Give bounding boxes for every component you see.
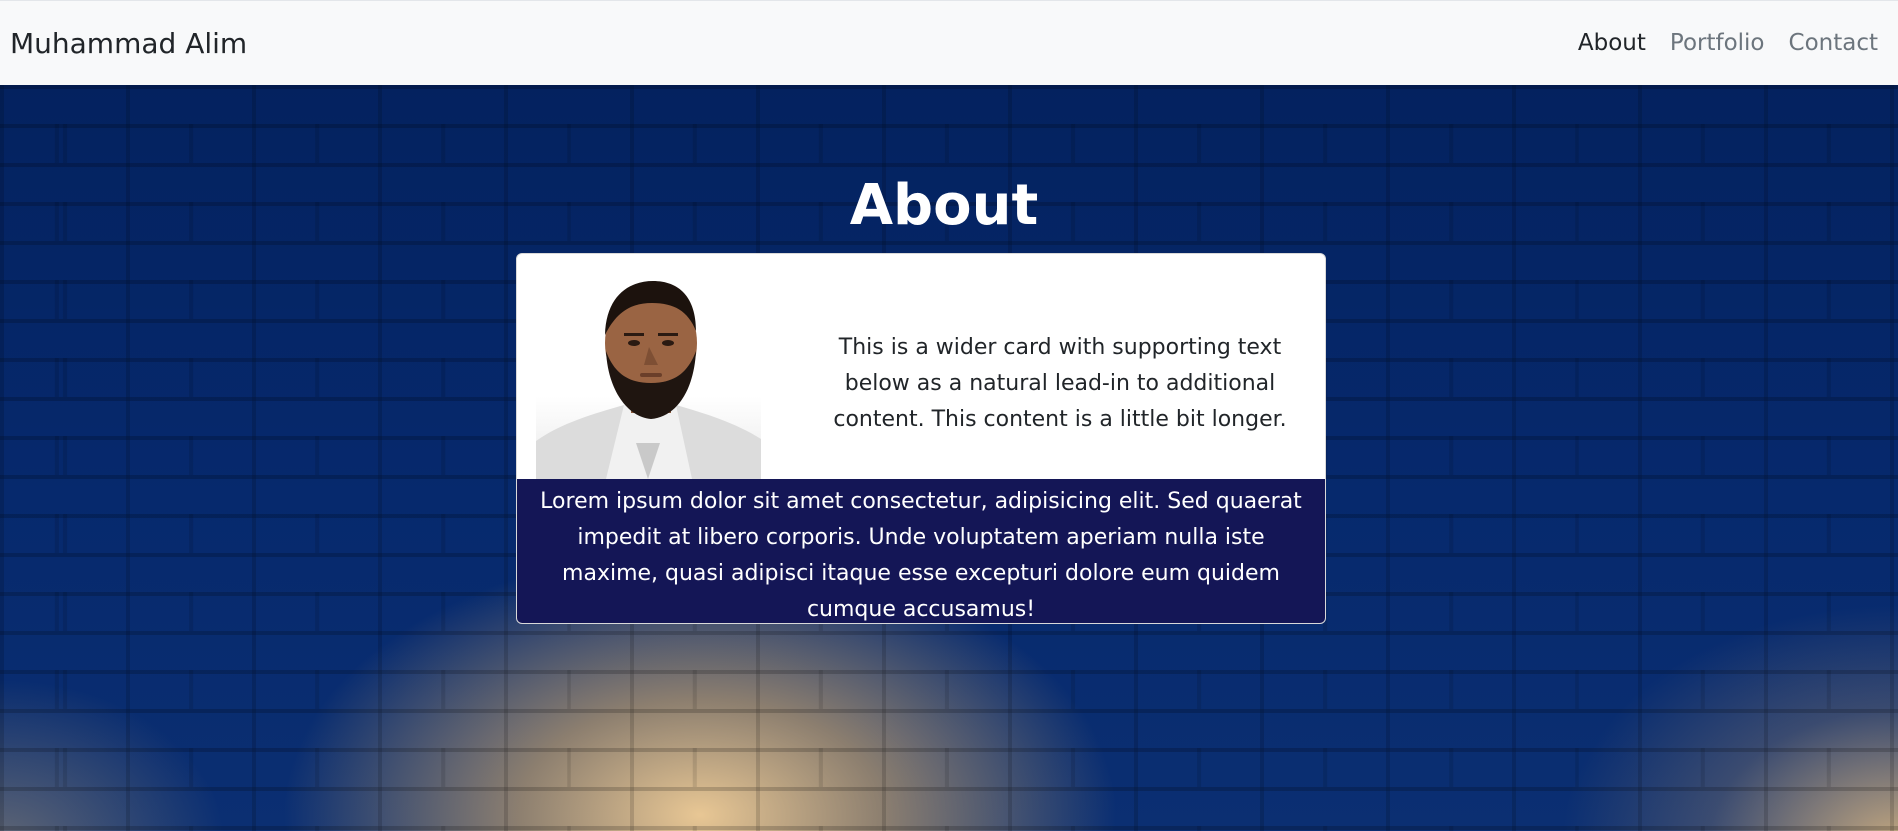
profile-photo <box>536 273 761 479</box>
card-text: This is a wider card with supporting tex… <box>833 335 1287 432</box>
nav-link-about[interactable]: About <box>1566 30 1658 56</box>
about-card: This is a wider card with supporting tex… <box>516 253 1326 624</box>
nav-link-portfolio[interactable]: Portfolio <box>1658 30 1777 56</box>
about-section: About This is a wider card with supporti… <box>0 85 1898 831</box>
card-footer: Lorem ipsum dolor sit amet consectetur, … <box>517 479 1325 623</box>
navbar-brand[interactable]: Muhammad Alim <box>10 27 247 60</box>
card-body: This is a wider card with supporting tex… <box>517 254 1325 479</box>
nav-link-contact[interactable]: Contact <box>1777 30 1890 56</box>
section-title: About <box>849 173 1039 238</box>
nav-links: About Portfolio Contact <box>1566 30 1890 56</box>
navbar: Muhammad Alim About Portfolio Contact <box>0 0 1898 85</box>
